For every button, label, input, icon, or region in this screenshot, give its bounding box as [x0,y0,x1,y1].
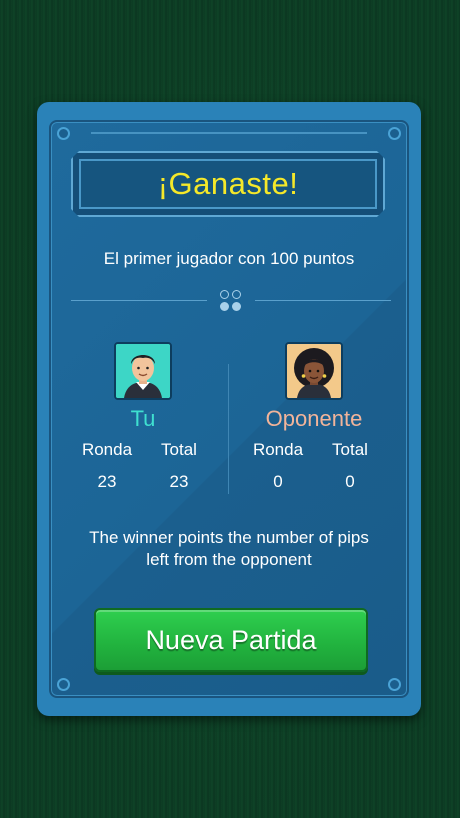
corner-dot-icon [57,678,70,691]
top-divider [91,132,367,134]
round-value: 23 [97,472,117,491]
dialog-title: ¡Ganaste! [157,166,299,201]
corner-dot-icon [388,127,401,140]
player-name: Tu [130,406,156,431]
dialog-inner: ¡Ganaste! El primer jugador con 100 punt… [49,120,409,698]
total-label: Total [332,440,368,459]
new-game-button[interactable]: Nueva Partida [94,608,368,672]
dialog-subtitle: El primer jugador con 100 puntos [103,249,355,268]
divider-left [71,300,207,301]
round-label: Ronda [81,440,133,459]
player-name: Oponente [265,406,363,431]
player-stats: Ronda 0 Total 0 [244,440,384,492]
player-stats: Ronda 23 Total 23 [73,440,213,492]
total-value: 23 [169,472,189,491]
total-label: Total [161,440,197,459]
total-value: 0 [345,472,355,491]
player-opponent: Oponente Ronda 0 Total 0 [244,342,384,492]
female-avatar-icon [285,342,343,400]
rule-description-line2: left from the opponent [146,550,312,569]
divider-right [255,300,391,301]
rule-description-line1: The winner points the number of pips [89,528,369,547]
rule-description: The winner points the number of pips lef… [51,527,407,571]
male-avatar-icon [114,342,172,400]
result-dialog: ¡Ganaste! El primer jugador con 100 punt… [37,102,421,716]
corner-dot-icon [388,678,401,691]
new-game-button-label: Nueva Partida [145,624,317,655]
dots-icon [219,289,243,313]
round-label: Ronda [252,440,304,459]
title-banner: ¡Ganaste! [71,151,385,217]
round-value: 0 [273,472,283,491]
player-you: Tu Ronda 23 Total 23 [73,342,213,492]
player-separator [228,364,229,494]
corner-dot-icon [57,127,70,140]
